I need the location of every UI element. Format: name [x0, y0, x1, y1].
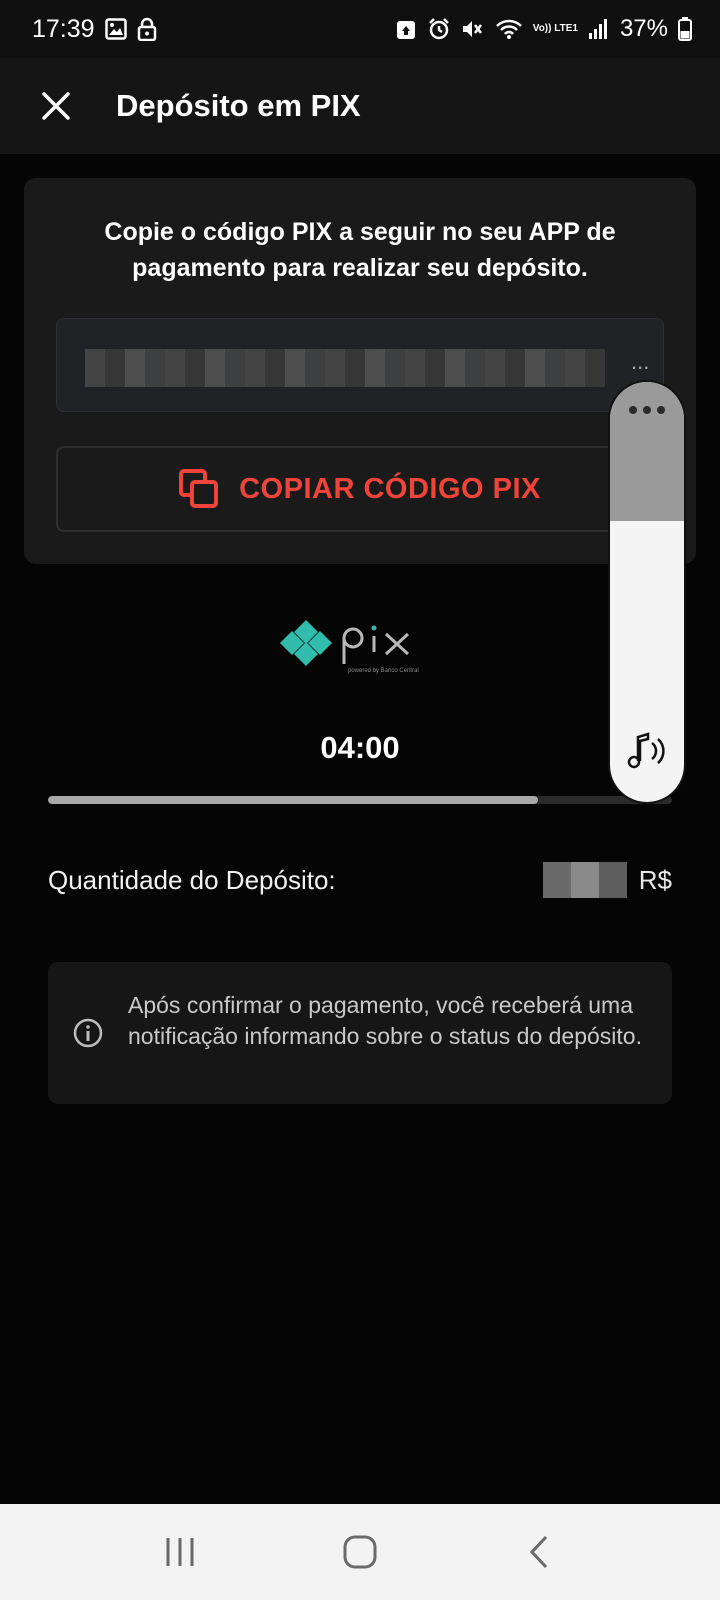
deposit-amount-row: Quantidade do Depósito: R$ [48, 860, 672, 900]
lock-icon [137, 17, 157, 41]
wifi-icon [495, 18, 523, 40]
info-icon [72, 1017, 104, 1054]
deposit-label: Quantidade do Depósito: [48, 864, 336, 895]
status-bar: 17:39 Vo)) LTE1 37% [0, 0, 720, 58]
deposit-value-group: R$ [542, 862, 672, 898]
volume-more-button[interactable] [610, 404, 684, 416]
close-button[interactable] [36, 86, 76, 126]
alarm-icon [427, 17, 451, 41]
copy-pix-code-button[interactable]: COPIAR CÓDIGO PIX [56, 446, 664, 532]
recycle-icon [395, 17, 417, 41]
battery-percent: 37% [619, 15, 668, 42]
page-title: Depósito em PIX [116, 88, 361, 123]
back-icon [529, 1535, 548, 1569]
pix-code-redacted [85, 349, 605, 387]
back-button[interactable] [510, 1522, 570, 1582]
volume-level-track [610, 382, 684, 521]
app-bar: Depósito em PIX [0, 58, 720, 154]
gallery-icon [104, 18, 127, 40]
pix-tagline: powered by Banco Central [348, 668, 419, 674]
recents-icon [166, 1538, 194, 1566]
pix-code-ellipsis: ... [631, 349, 650, 374]
status-right: Vo)) LTE1 37% [395, 15, 692, 43]
volume-panel[interactable] [610, 382, 684, 802]
timer-progress-fill [48, 796, 538, 804]
pix-instructions: Copie o código PIX a seguir no seu APP d… [104, 218, 616, 282]
timer-progress-bar [48, 796, 672, 804]
recents-button[interactable] [150, 1522, 210, 1582]
more-dots-icon [629, 406, 665, 414]
deposit-value-redacted [542, 862, 627, 898]
home-icon [343, 1535, 377, 1569]
volte-icon: Vo)) LTE1 [532, 23, 578, 34]
mute-icon [461, 18, 485, 40]
info-card: Após confirmar o pagamento, você receber… [48, 962, 672, 1104]
copy-icon [179, 469, 219, 508]
pix-code-card: Copie o código PIX a seguir no seu APP d… [24, 178, 696, 564]
close-icon [42, 92, 70, 120]
battery-icon [678, 17, 692, 41]
home-button[interactable] [330, 1522, 390, 1582]
pix-logo-mark: powered by Banco Central [280, 620, 419, 674]
status-time: 17:39 [32, 14, 95, 43]
copy-button-label: COPIAR CÓDIGO PIX [239, 472, 541, 505]
status-left: 17:39 [32, 15, 157, 44]
pix-logo: powered by Banco Central [278, 616, 442, 676]
pix-code-field[interactable]: ... [56, 318, 664, 412]
deposit-currency: R$ [638, 864, 672, 895]
info-message: Após confirmar o pagamento, você receber… [128, 992, 642, 1049]
music-note-icon[interactable] [624, 731, 670, 776]
signal-icon [588, 18, 608, 40]
system-nav-bar [0, 1504, 720, 1600]
